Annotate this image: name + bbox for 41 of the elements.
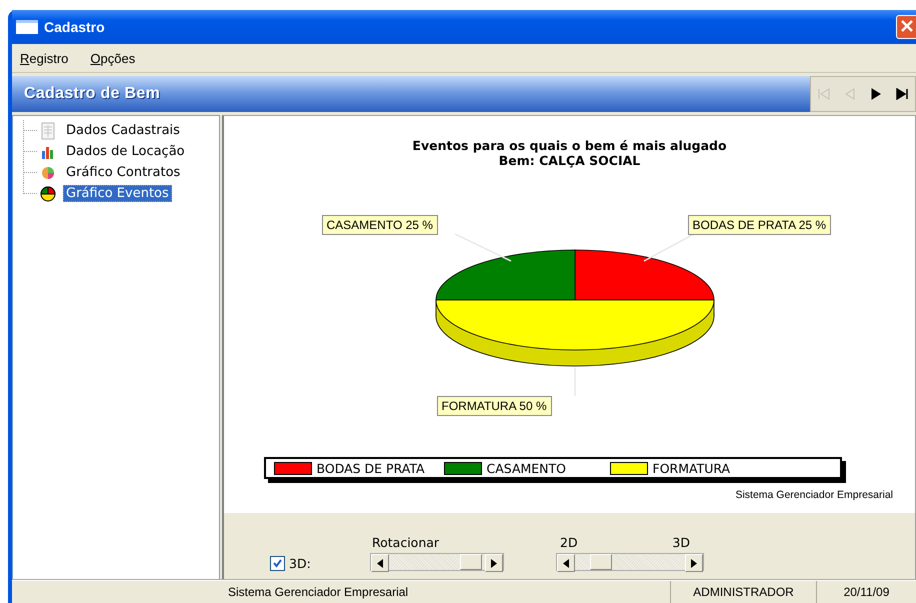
- section-title: Cadastro de Bem: [12, 76, 810, 112]
- pie-chart-icon: [39, 184, 57, 202]
- legend-label: CASAMENTO: [486, 460, 566, 476]
- legend-label: BODAS DE PRATA: [316, 460, 425, 476]
- legend-label: FORMATURA: [652, 460, 730, 476]
- slider-thumb[interactable]: [590, 554, 612, 570]
- scroll-slider[interactable]: [370, 553, 504, 571]
- close-button[interactable]: [896, 15, 916, 39]
- next-icon[interactable]: [869, 88, 883, 100]
- checkbox[interactable]: [270, 556, 285, 571]
- window-title: Cadastro: [44, 19, 106, 35]
- arrow-right-icon[interactable]: [485, 554, 503, 572]
- tree-item[interactable]: Gráfico Contratos: [63, 164, 184, 181]
- data-label: FORMATURA 50 %: [436, 396, 552, 416]
- arrow-left-icon[interactable]: [557, 554, 575, 572]
- chart-subtitle: Bem: CALÇA SOCIAL: [498, 153, 640, 168]
- tree-item[interactable]: Gráfico Eventos: [63, 185, 172, 202]
- checkbox-label: 3D:: [289, 556, 311, 571]
- tree-item[interactable]: Dados de Locação: [63, 143, 188, 160]
- window-icon: [16, 20, 38, 34]
- scroll-slider[interactable]: [556, 553, 704, 571]
- slider-label: 3D: [672, 535, 690, 550]
- status-text: 20/11/09: [816, 581, 916, 603]
- slider-label: 2D: [560, 535, 578, 550]
- menu-item[interactable]: Opções: [90, 50, 136, 66]
- last-record-icon[interactable]: [895, 88, 909, 100]
- tree-item[interactable]: Dados Cadastrais: [63, 122, 183, 139]
- menu-item[interactable]: Registro: [20, 50, 68, 66]
- leader-line: [643, 233, 694, 262]
- arrow-left-icon[interactable]: [371, 554, 389, 572]
- arrow-right-icon[interactable]: [685, 554, 703, 572]
- data-label: BODAS DE PRATA 25 %: [688, 215, 832, 235]
- status-text: Sistema Gerenciador Empresarial: [227, 584, 410, 601]
- chart-title: Eventos para os quais o bem é mais alugado: [412, 138, 727, 153]
- leader-line: [454, 233, 511, 262]
- status-text: ADMINISTRADOR: [670, 581, 816, 603]
- data-label: CASAMENTO 25 %: [322, 215, 438, 235]
- slider-thumb[interactable]: [460, 554, 482, 570]
- slider-label: Rotacionar: [372, 535, 440, 550]
- document-icon: [39, 122, 57, 140]
- chart-credit: Sistema Gerenciador Empresarial: [735, 489, 893, 501]
